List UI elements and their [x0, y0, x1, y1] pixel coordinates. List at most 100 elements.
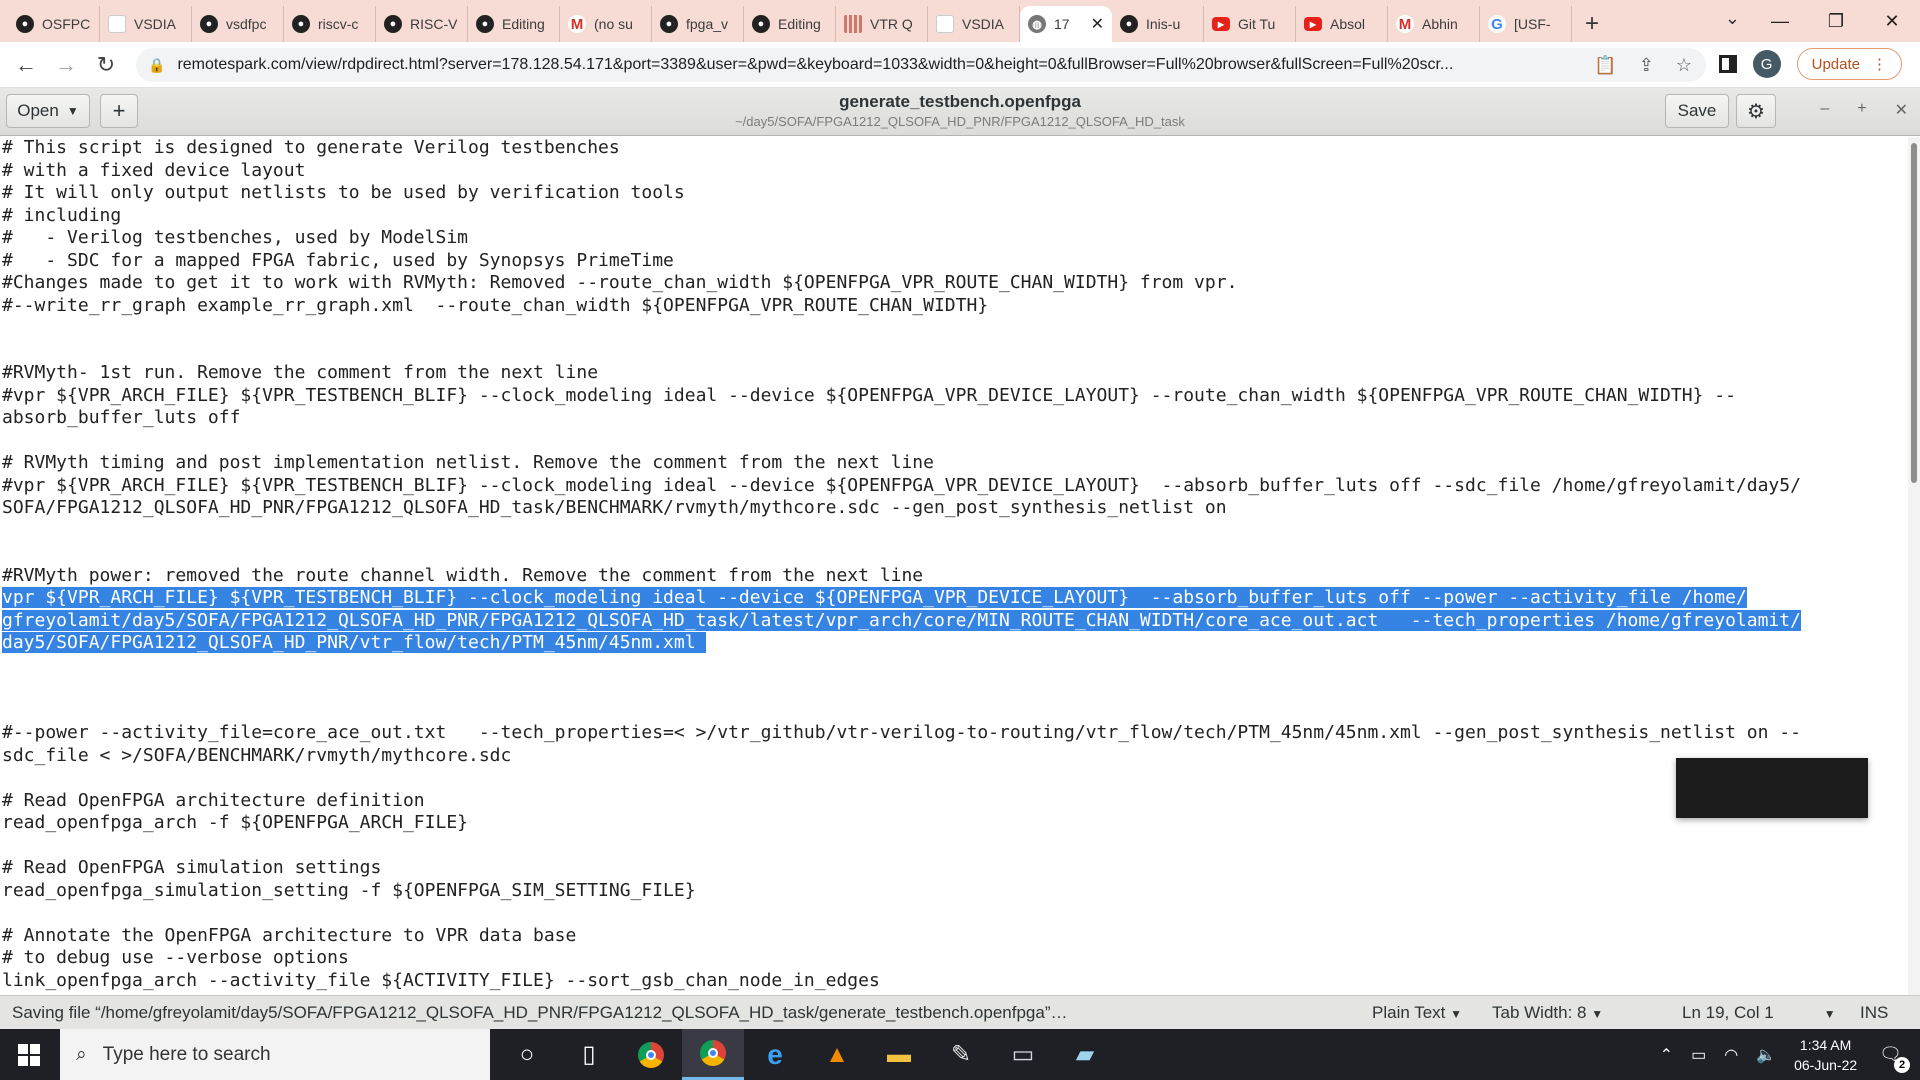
editor-maximize-icon[interactable]: + — [1857, 100, 1866, 120]
browser-tab[interactable]: VTR Q — [836, 6, 928, 42]
code-line[interactable]: read_openfpga_arch -f ${OPENFPGA_ARCH_FI… — [2, 812, 1908, 835]
code-line[interactable]: # Read OpenFPGA architecture definition — [2, 790, 1908, 813]
close-icon[interactable]: ✕ — [1864, 11, 1920, 32]
browser-tab[interactable]: ● OSFPC — [8, 6, 100, 42]
code-line[interactable] — [2, 542, 1908, 565]
minimize-icon[interactable]: — — [1752, 11, 1808, 32]
code-line[interactable] — [2, 677, 1908, 700]
code-line[interactable]: # - Verilog testbenches, used by ModelSi… — [2, 227, 1908, 250]
browser-tab[interactable]: ● RISC-V — [376, 6, 468, 42]
address-bar[interactable]: 🔒 remotespark.com/view/rdpdirect.html?se… — [136, 48, 1706, 82]
browser-tab[interactable]: ◍ 17 ✕ — [1020, 6, 1112, 42]
code-line[interactable]: # with a fixed device layout — [2, 160, 1908, 183]
text-editor[interactable]: # This script is designed to generate Ve… — [0, 137, 1908, 995]
code-line[interactable]: #RVMyth- 1st run. Remove the comment fro… — [2, 362, 1908, 385]
update-button[interactable]: Update ⋮ — [1796, 48, 1902, 80]
scrollbar-thumb[interactable] — [1911, 143, 1917, 483]
code-line[interactable]: # Read OpenFPGA simulation settings — [2, 857, 1908, 880]
code-line[interactable]: # This script is designed to generate Ve… — [2, 137, 1908, 160]
clock[interactable]: 1:34 AM 06-Jun-22 — [1794, 1035, 1857, 1075]
code-line[interactable]: #--power --activity_file=core_ace_out.tx… — [2, 722, 1908, 745]
browser-tab[interactable]: G [USF- — [1480, 6, 1572, 42]
code-line[interactable] — [2, 835, 1908, 858]
code-line[interactable]: #--write_rr_graph example_rr_graph.xml -… — [2, 295, 1908, 318]
paint-icon[interactable]: ✎ — [930, 1029, 992, 1080]
cortana-icon[interactable]: ○ — [496, 1029, 558, 1080]
tray-chevron-icon[interactable]: ⌃ — [1660, 1045, 1673, 1065]
new-tab-button[interactable]: + — [1572, 6, 1612, 42]
browser-tab[interactable]: M Abhin — [1388, 6, 1480, 42]
browser-tab[interactable]: VSDIA — [928, 6, 1020, 42]
code-line[interactable]: link_openfpga_arch --activity_file ${ACT… — [2, 970, 1908, 993]
editor-minimize-icon[interactable]: – — [1820, 100, 1829, 120]
language-selector[interactable]: Plain Text ▼ — [1372, 1003, 1462, 1023]
code-line[interactable]: # including — [2, 205, 1908, 228]
tab-width-selector[interactable]: Tab Width: 8 ▼ — [1492, 1003, 1603, 1023]
code-line[interactable]: gfreyolamit/day5/SOFA/FPGA1212_QLSOFA_HD… — [2, 609, 1908, 633]
task-view-icon[interactable]: ▯ — [558, 1029, 620, 1080]
browser-tab[interactable]: ▶ Absol — [1296, 6, 1388, 42]
code-line[interactable]: # Annotate the OpenFPGA architecture to … — [2, 925, 1908, 948]
back-arrow-icon[interactable]: ← — [6, 52, 46, 78]
code-line[interactable]: sdc_file < >/SOFA/BENCHMARK/rvmyth/mythc… — [2, 745, 1908, 768]
code-line[interactable]: #Changes made to get it to work with RVM… — [2, 272, 1908, 295]
volume-icon[interactable]: 🔈 — [1756, 1045, 1776, 1065]
chrome-profile-icon[interactable] — [682, 1029, 744, 1080]
close-tab-icon[interactable]: ✕ — [1091, 14, 1104, 34]
editor-close-icon[interactable]: ✕ — [1895, 100, 1908, 120]
code-line[interactable] — [2, 520, 1908, 543]
vertical-scrollbar[interactable] — [1908, 137, 1920, 995]
code-line[interactable] — [2, 655, 1908, 678]
code-line[interactable]: read_openfpga_simulation_setting -f ${OP… — [2, 880, 1908, 903]
browser-tab[interactable]: VSDIA — [100, 6, 192, 42]
profile-avatar[interactable]: G — [1752, 50, 1781, 78]
reload-icon[interactable]: ↻ — [86, 52, 126, 78]
code-line[interactable] — [2, 767, 1908, 790]
code-line[interactable]: # to debug use --verbose options — [2, 947, 1908, 970]
code-line[interactable]: day5/SOFA/FPGA1212_QLSOFA_HD_PNR/vtr_flo… — [2, 632, 1908, 655]
share-icon[interactable]: ⇪ — [1639, 55, 1654, 76]
lock-icon[interactable]: 🔒 — [148, 57, 165, 74]
cursor-position[interactable]: Ln 19, Col 1 ▼ — [1682, 1003, 1836, 1023]
chrome-icon[interactable] — [620, 1029, 682, 1080]
code-line[interactable]: #vpr ${VPR_ARCH_FILE} ${VPR_TESTBENCH_BL… — [2, 475, 1908, 498]
code-line[interactable] — [2, 430, 1908, 453]
gear-icon[interactable]: ⚙ — [1736, 94, 1776, 128]
vlc-icon[interactable]: ▲ — [806, 1029, 868, 1080]
tab-search-chevron-icon[interactable]: ⌄ — [1725, 8, 1740, 29]
code-line[interactable]: vpr ${VPR_ARCH_FILE} ${VPR_TESTBENCH_BLI… — [2, 587, 1908, 610]
browser-tab[interactable]: M (no su — [560, 6, 652, 42]
code-line[interactable] — [2, 340, 1908, 363]
code-line[interactable]: absorb_buffer_luts off — [2, 407, 1908, 430]
code-line[interactable]: # RVMyth timing and post implementation … — [2, 452, 1908, 475]
code-line[interactable]: #vpr ${VPR_ARCH_FILE} ${VPR_TESTBENCH_BL… — [2, 385, 1908, 408]
clipboard-icon[interactable]: 📋 — [1594, 55, 1616, 76]
browser-tab[interactable]: ● Editing — [468, 6, 560, 42]
browser-tab[interactable]: ● Editing — [744, 6, 836, 42]
taskbar-search-box[interactable]: ⌕ Type here to search — [60, 1029, 490, 1080]
browser-tab[interactable]: ▶ Git Tu — [1204, 6, 1296, 42]
side-panel-icon[interactable] — [1718, 55, 1737, 73]
code-line[interactable]: SOFA/FPGA1212_QLSOFA_HD_PNR/FPGA1212_QLS… — [2, 497, 1908, 520]
code-content[interactable]: # This script is designed to generate Ve… — [0, 137, 1908, 992]
file-explorer-icon[interactable]: ▬ — [868, 1029, 930, 1080]
wifi-icon[interactable]: ◠ — [1724, 1045, 1738, 1065]
code-line[interactable]: # - SDC for a mapped FPGA fabric, used b… — [2, 250, 1908, 273]
notification-icon[interactable]: 🗨 2 — [1879, 1044, 1910, 1073]
url-text[interactable]: remotespark.com/view/rdpdirect.html?serv… — [177, 56, 1587, 74]
save-button[interactable]: Save — [1665, 94, 1729, 128]
star-icon[interactable]: ☆ — [1676, 55, 1692, 76]
browser-tab[interactable]: ● Inis-u — [1112, 6, 1204, 42]
insert-mode[interactable]: INS — [1860, 1003, 1888, 1023]
notepad-icon[interactable]: ▰ — [1054, 1029, 1116, 1080]
browser-tab[interactable]: ● fpga_v — [652, 6, 744, 42]
browser-tab[interactable]: ● riscv-c — [284, 6, 376, 42]
battery-icon[interactable]: ▭ — [1691, 1045, 1706, 1065]
remote-desktop-icon[interactable]: ▭ — [992, 1029, 1054, 1080]
forward-arrow-icon[interactable]: → — [46, 52, 86, 78]
code-line[interactable] — [2, 317, 1908, 340]
windows-start-icon[interactable] — [18, 1044, 40, 1066]
code-line[interactable] — [2, 700, 1908, 723]
code-line[interactable]: #RVMyth power: removed the route channel… — [2, 565, 1908, 588]
edge-icon[interactable]: e — [744, 1029, 806, 1080]
